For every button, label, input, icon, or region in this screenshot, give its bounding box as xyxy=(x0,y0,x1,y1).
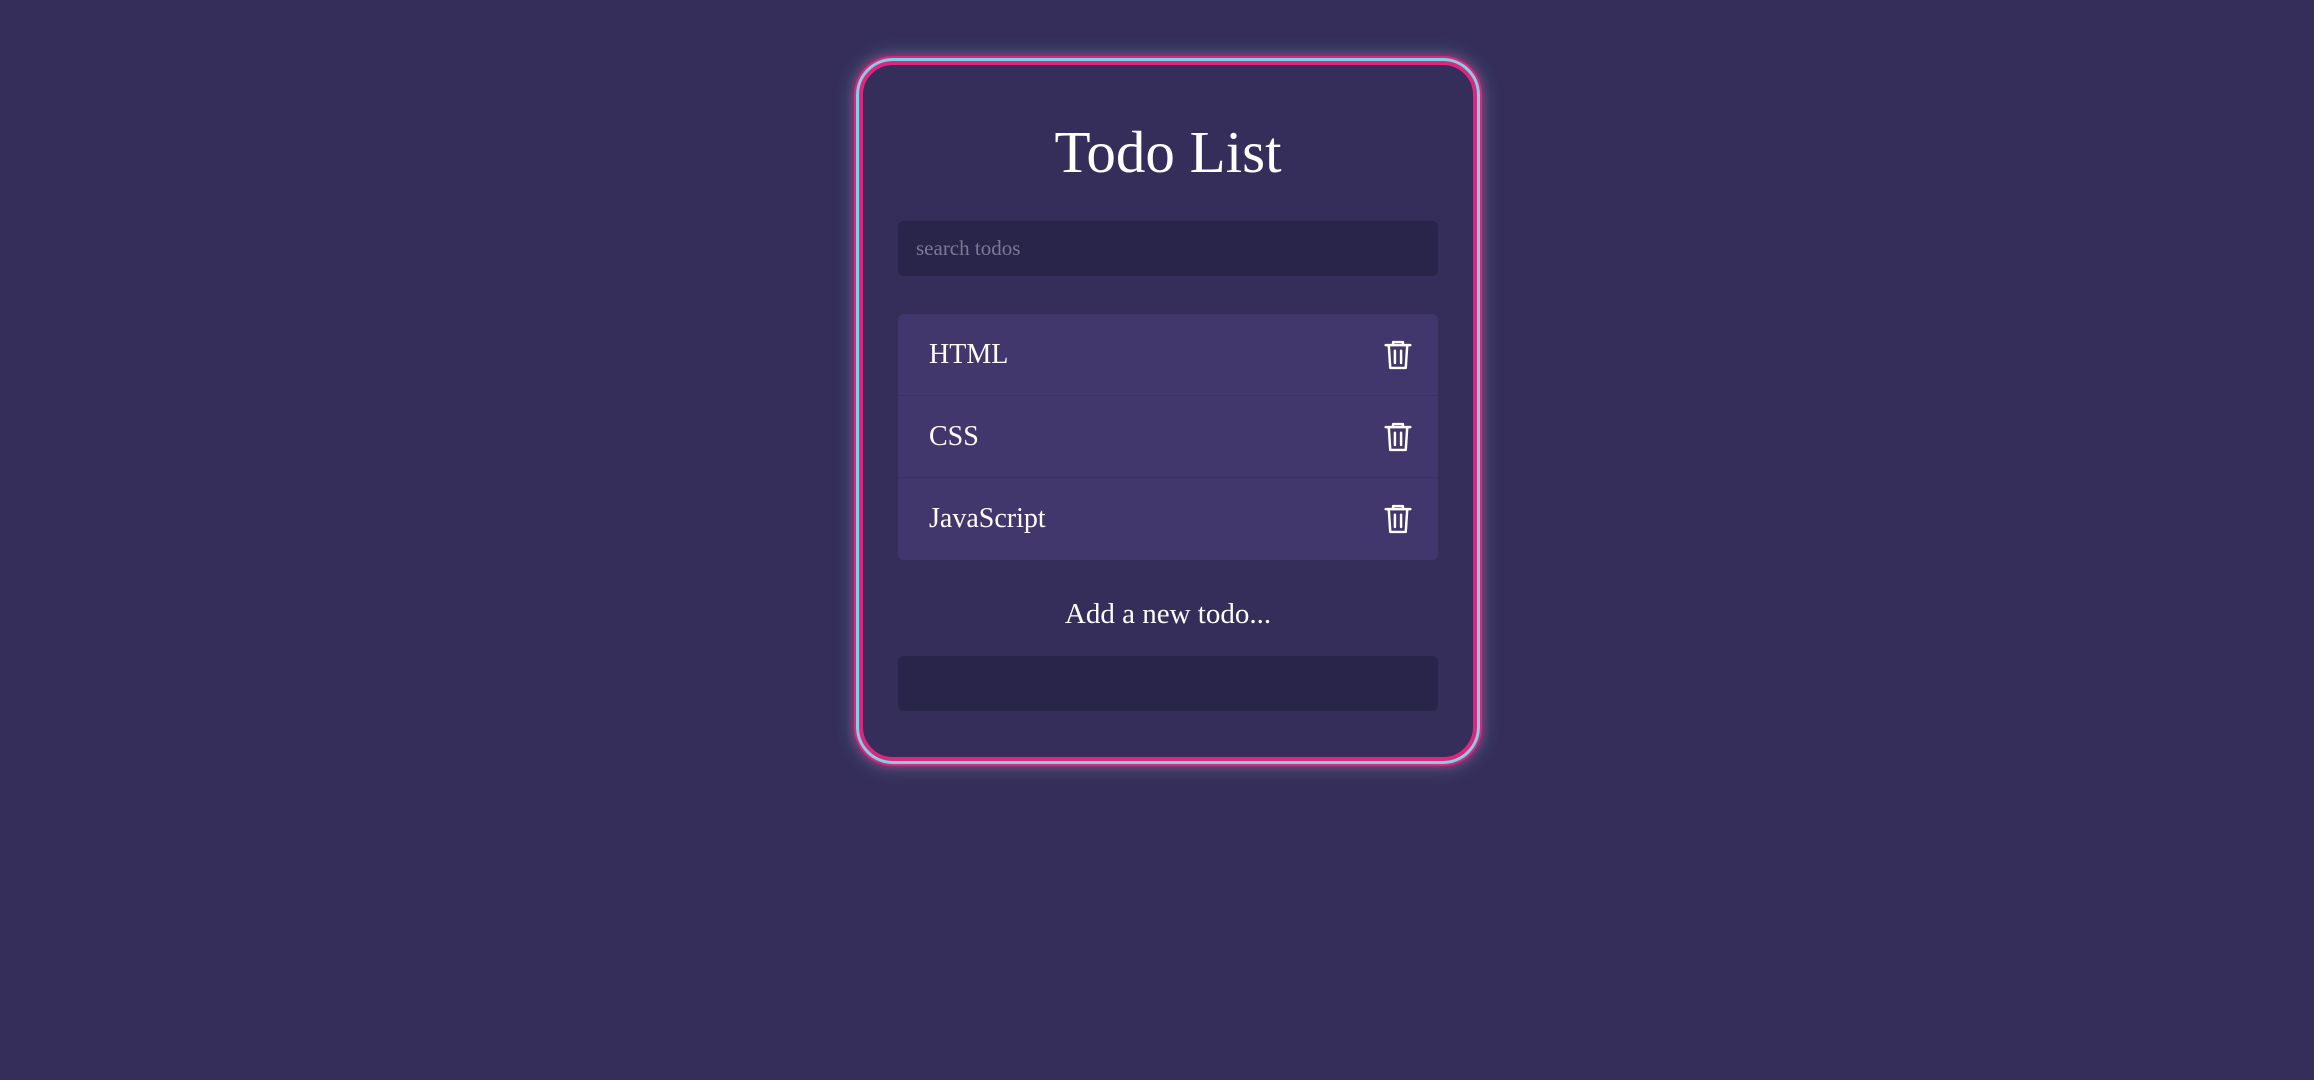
add-todo-label: Add a new todo... xyxy=(1064,598,1272,630)
add-todo-input[interactable] xyxy=(898,656,1438,711)
todo-card: Todo List HTML CSS JavaScript xyxy=(859,61,1477,761)
search-input[interactable] xyxy=(898,221,1438,276)
todo-item: JavaScript xyxy=(898,478,1438,560)
todo-list: HTML CSS JavaScript xyxy=(898,314,1438,560)
page-title: Todo List xyxy=(1054,119,1282,185)
trash-icon[interactable] xyxy=(1383,339,1413,371)
trash-icon[interactable] xyxy=(1383,503,1413,535)
todo-label: JavaScript xyxy=(929,503,1046,534)
todo-item: HTML xyxy=(898,314,1438,396)
todo-label: CSS xyxy=(929,420,979,452)
todo-label: HTML xyxy=(929,338,1009,370)
todo-item: CSS xyxy=(898,396,1438,478)
trash-icon[interactable] xyxy=(1383,421,1413,453)
